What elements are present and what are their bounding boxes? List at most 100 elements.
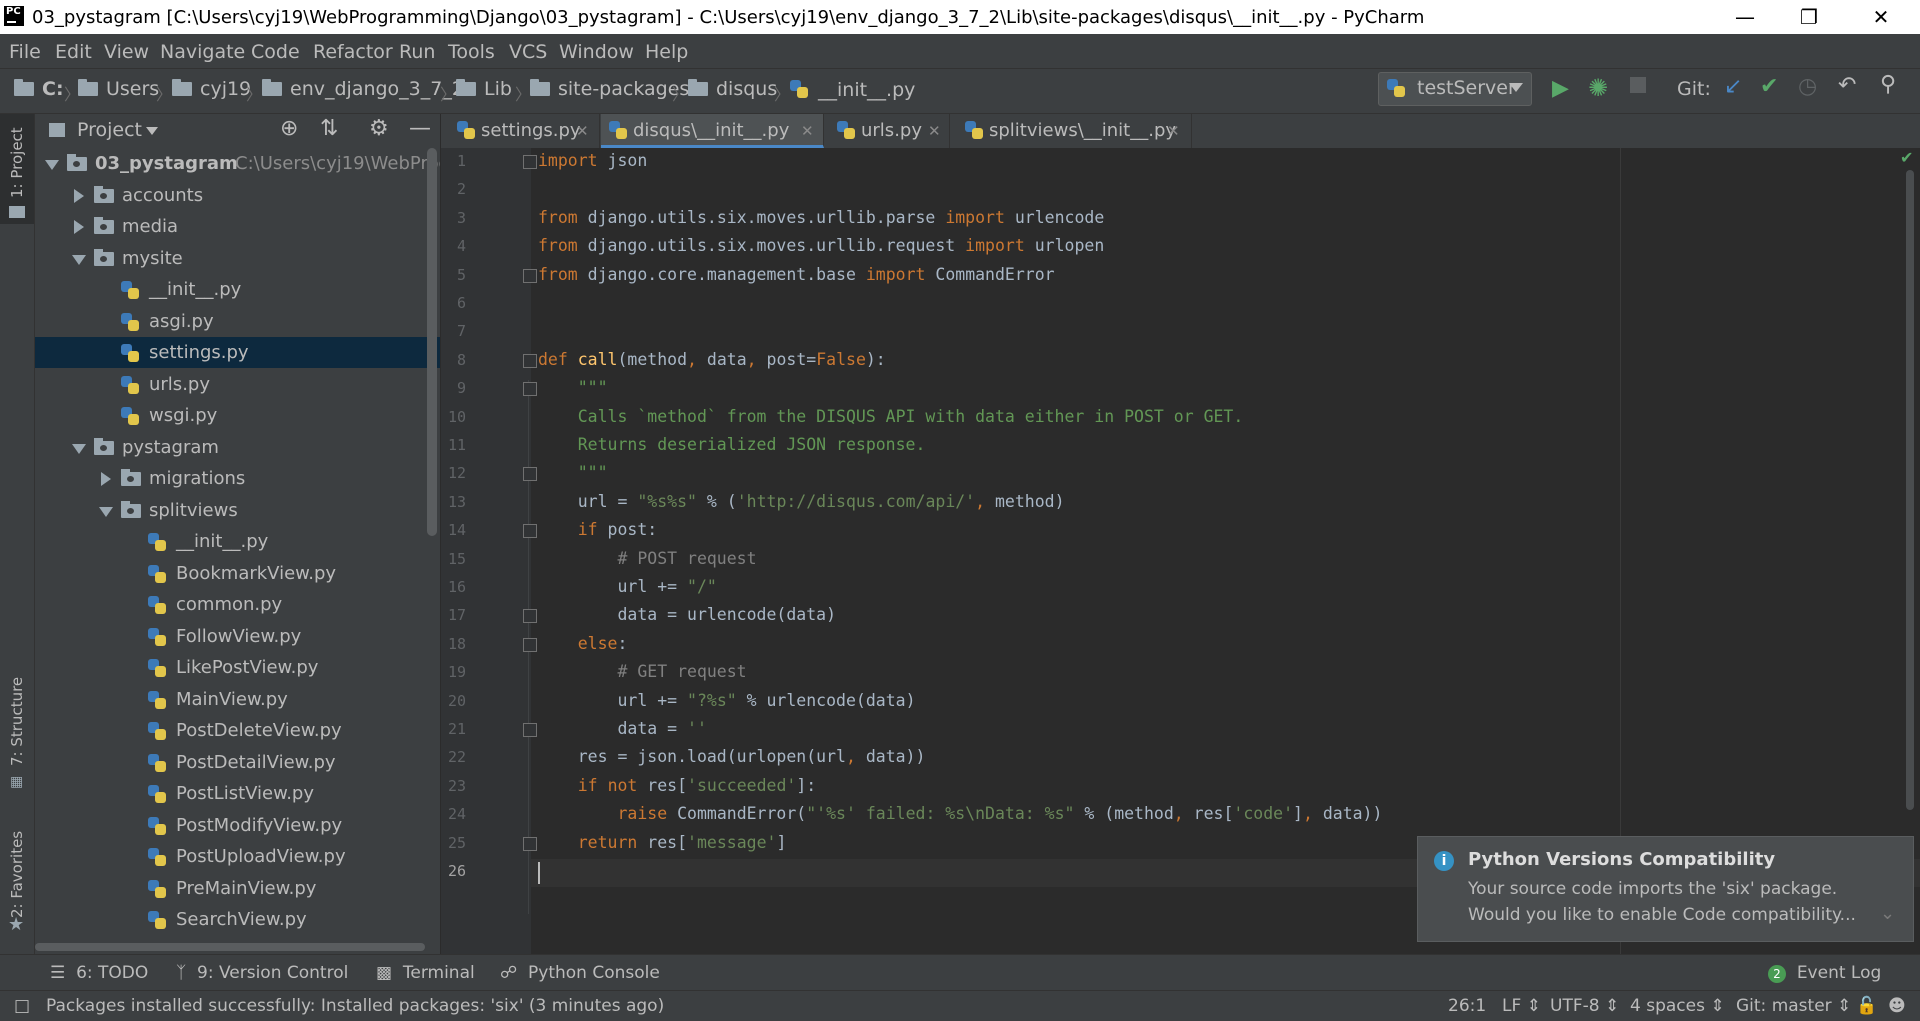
tree-file-item[interactable]: SearchView.py	[35, 904, 440, 935]
code-line[interactable]: def call(method, data, post=False):	[538, 346, 886, 374]
indent-setting[interactable]: 4 spaces ⇕	[1630, 996, 1725, 1016]
menu-file[interactable]: File	[9, 41, 41, 63]
locate-file-icon[interactable]: ⊕	[280, 116, 298, 141]
tree-file-item[interactable]: PreMainView.py	[35, 873, 440, 904]
run-configuration-select[interactable]: testServer	[1378, 72, 1532, 106]
debug-icon[interactable]: ✺	[1588, 74, 1608, 102]
code-line[interactable]: # GET request	[538, 658, 746, 686]
menu-navigate[interactable]: Navigate	[160, 41, 245, 63]
close-button[interactable]: ✕	[1852, 0, 1910, 34]
code-line[interactable]: url += "?%s" % urlencode(data)	[538, 687, 915, 715]
tree-folder-item[interactable]: media	[35, 211, 440, 242]
breadcrumb-item[interactable]: cyj19	[172, 78, 251, 100]
notification-link[interactable]: Would you like to enable Code compatibil…	[1468, 905, 1856, 925]
hide-panel-icon[interactable]: —	[409, 116, 431, 141]
close-tab-icon[interactable]: ✕	[1167, 114, 1180, 148]
code-line[interactable]: data = urlencode(data)	[538, 601, 836, 629]
tree-file-item[interactable]: FollowView.py	[35, 621, 440, 652]
tree-file-item[interactable]: urls.py	[35, 369, 440, 400]
git-update-icon[interactable]: ↙	[1724, 74, 1742, 99]
gear-icon[interactable]: ⚙	[369, 116, 389, 141]
tree-file-item[interactable]: asgi.py	[35, 306, 440, 337]
project-view-title[interactable]: Project	[77, 119, 142, 141]
menu-view[interactable]: View	[104, 41, 149, 63]
editor-scrollbar[interactable]	[1906, 170, 1914, 810]
lock-icon[interactable]: 🔓	[1856, 996, 1877, 1016]
tree-file-item[interactable]: wsgi.py	[35, 400, 440, 431]
todo-tool-button[interactable]: ☰ 6: TODO	[50, 963, 148, 983]
code-line[interactable]: Returns deserialized JSON response.	[538, 431, 926, 459]
breadcrumb-item[interactable]: disqus	[688, 78, 777, 100]
tree-folder-item[interactable]: mysite	[35, 243, 440, 274]
breadcrumb-item[interactable]: site-packages	[530, 78, 689, 100]
expanded-arrow-icon[interactable]	[99, 506, 113, 517]
tree-folder-item[interactable]: accounts	[35, 180, 440, 211]
fold-marker-icon[interactable]	[523, 836, 537, 851]
menu-refactor[interactable]: Refactor	[313, 41, 393, 63]
collapse-all-icon[interactable]: ⇅	[320, 116, 338, 141]
close-tab-icon[interactable]: ✕	[928, 114, 941, 148]
menu-help[interactable]: Help	[645, 41, 688, 63]
breadcrumb-item[interactable]: C:	[14, 78, 64, 100]
tree-file-item[interactable]: PostUploadView.py	[35, 841, 440, 872]
code-line[interactable]: from django.core.management.base import …	[538, 261, 1055, 289]
expanded-arrow-icon[interactable]	[72, 443, 86, 454]
favorites-tool-label[interactable]: 2: Favorites	[8, 831, 26, 918]
menu-edit[interactable]: Edit	[55, 41, 92, 63]
run-icon[interactable]: ▶	[1552, 76, 1569, 101]
close-tab-icon[interactable]: ✕	[801, 114, 814, 148]
project-horizontal-scrollbar[interactable]	[35, 940, 440, 954]
event-log-tool-button[interactable]: 2 Event Log	[1768, 963, 1881, 983]
tree-file-item[interactable]: BookmarkView.py	[35, 558, 440, 589]
collapsed-arrow-icon[interactable]	[74, 220, 84, 234]
tree-file-item[interactable]: common.py	[35, 589, 440, 620]
terminal-tool-button[interactable]: ▩ Terminal	[376, 963, 475, 983]
git-commit-icon[interactable]: ✔	[1760, 74, 1778, 99]
notification-balloon[interactable]: i Python Versions Compatibility Your sou…	[1417, 836, 1914, 942]
code-line[interactable]: """	[538, 459, 608, 487]
fold-marker-icon[interactable]	[523, 382, 537, 397]
chevron-down-icon[interactable]	[146, 127, 158, 135]
code-line[interactable]: """	[538, 374, 608, 402]
tree-file-item[interactable]: PostDetailView.py	[35, 747, 440, 778]
fold-marker-icon[interactable]	[523, 524, 537, 539]
fold-marker-icon[interactable]	[523, 155, 537, 169]
code-line[interactable]: Calls `method` from the DISQUS API with …	[538, 403, 1244, 431]
expanded-arrow-icon[interactable]	[45, 160, 59, 170]
code-line[interactable]: url = "%s%s" % ('http://disqus.com/api/'…	[538, 488, 1065, 516]
code-line[interactable]: res = json.load(urlopen(url, data))	[538, 743, 926, 771]
tree-file-item[interactable]: PostDeleteView.py	[35, 715, 440, 746]
tree-file-item[interactable]: PostModifyView.py	[35, 810, 440, 841]
menu-tools[interactable]: Tools	[448, 41, 495, 63]
collapsed-arrow-icon[interactable]	[74, 188, 84, 203]
inspection-ok-icon[interactable]: ✔	[1900, 148, 1913, 167]
code-line[interactable]: import json	[538, 147, 647, 175]
tree-folder-item[interactable]: splitviews	[35, 495, 440, 526]
tree-file-item[interactable]: MainView.py	[35, 684, 440, 715]
project-scrollbar[interactable]	[427, 148, 437, 536]
toggle-tool-windows-icon[interactable]: □	[14, 996, 30, 1016]
stop-icon[interactable]	[1630, 77, 1646, 93]
caret-position[interactable]: 26:1	[1448, 996, 1486, 1016]
tree-file-item[interactable]: __init__.py	[35, 274, 440, 305]
tab-disqus-init[interactable]: disqus\__init__.py ✕	[601, 114, 824, 148]
menu-vcs[interactable]: VCS	[509, 41, 547, 63]
search-icon[interactable]: ⚲	[1880, 72, 1896, 97]
version-control-tool-button[interactable]: ᛉ 9: Version Control	[176, 963, 348, 983]
code-line[interactable]: return res['message']	[538, 829, 787, 857]
tree-file-item[interactable]: settings.py	[35, 337, 440, 368]
git-branch[interactable]: Git: master ⇕	[1736, 996, 1851, 1016]
status-message[interactable]: Packages installed successfully: Install…	[46, 996, 664, 1016]
tree-folder-item[interactable]: migrations	[35, 463, 440, 494]
menu-window[interactable]: Window	[559, 41, 634, 63]
fold-marker-icon[interactable]	[523, 609, 537, 624]
tab-settings[interactable]: settings.py ✕	[441, 114, 600, 148]
fold-marker-icon[interactable]	[523, 353, 537, 368]
breadcrumb-item[interactable]: Lib	[456, 78, 512, 100]
fold-marker-icon[interactable]	[523, 723, 537, 737]
structure-tool-label[interactable]: 7: Structure	[8, 677, 26, 766]
expand-chevron-icon[interactable]: ⌄	[1880, 903, 1895, 924]
minimize-button[interactable]: —	[1716, 0, 1774, 34]
collapsed-arrow-icon[interactable]	[101, 472, 111, 486]
tab-splitviews-init[interactable]: splitviews\__init__.py ✕	[951, 114, 1192, 148]
